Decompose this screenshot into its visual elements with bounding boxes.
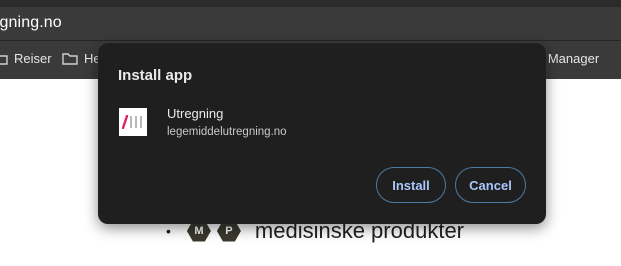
utregning-app-icon — [119, 108, 147, 136]
install-button[interactable]: Install — [376, 167, 446, 203]
bookmark-label: d Manager — [537, 51, 600, 66]
bookmark-reiser[interactable]: Reiser — [0, 51, 52, 66]
app-domain: legemiddelutregning.no — [167, 126, 287, 138]
address-text[interactable]: tgning.no — [0, 14, 62, 32]
bullet: • — [166, 223, 171, 239]
folder-icon — [62, 52, 78, 65]
bookmark-folder[interactable]: He — [62, 51, 101, 66]
install-app-dialog: Install app Utregning legemiddelutregnin… — [98, 43, 546, 224]
bookmark-manager[interactable]: d Manager — [537, 51, 599, 66]
cancel-button[interactable]: Cancel — [455, 167, 526, 203]
bookmark-label: Reiser — [14, 51, 52, 66]
address-bar[interactable]: tgning.no — [0, 7, 621, 41]
tab-strip — [0, 0, 621, 7]
app-name: Utregning — [167, 106, 224, 121]
folder-icon — [0, 52, 8, 65]
dialog-title: Install app — [118, 67, 193, 84]
